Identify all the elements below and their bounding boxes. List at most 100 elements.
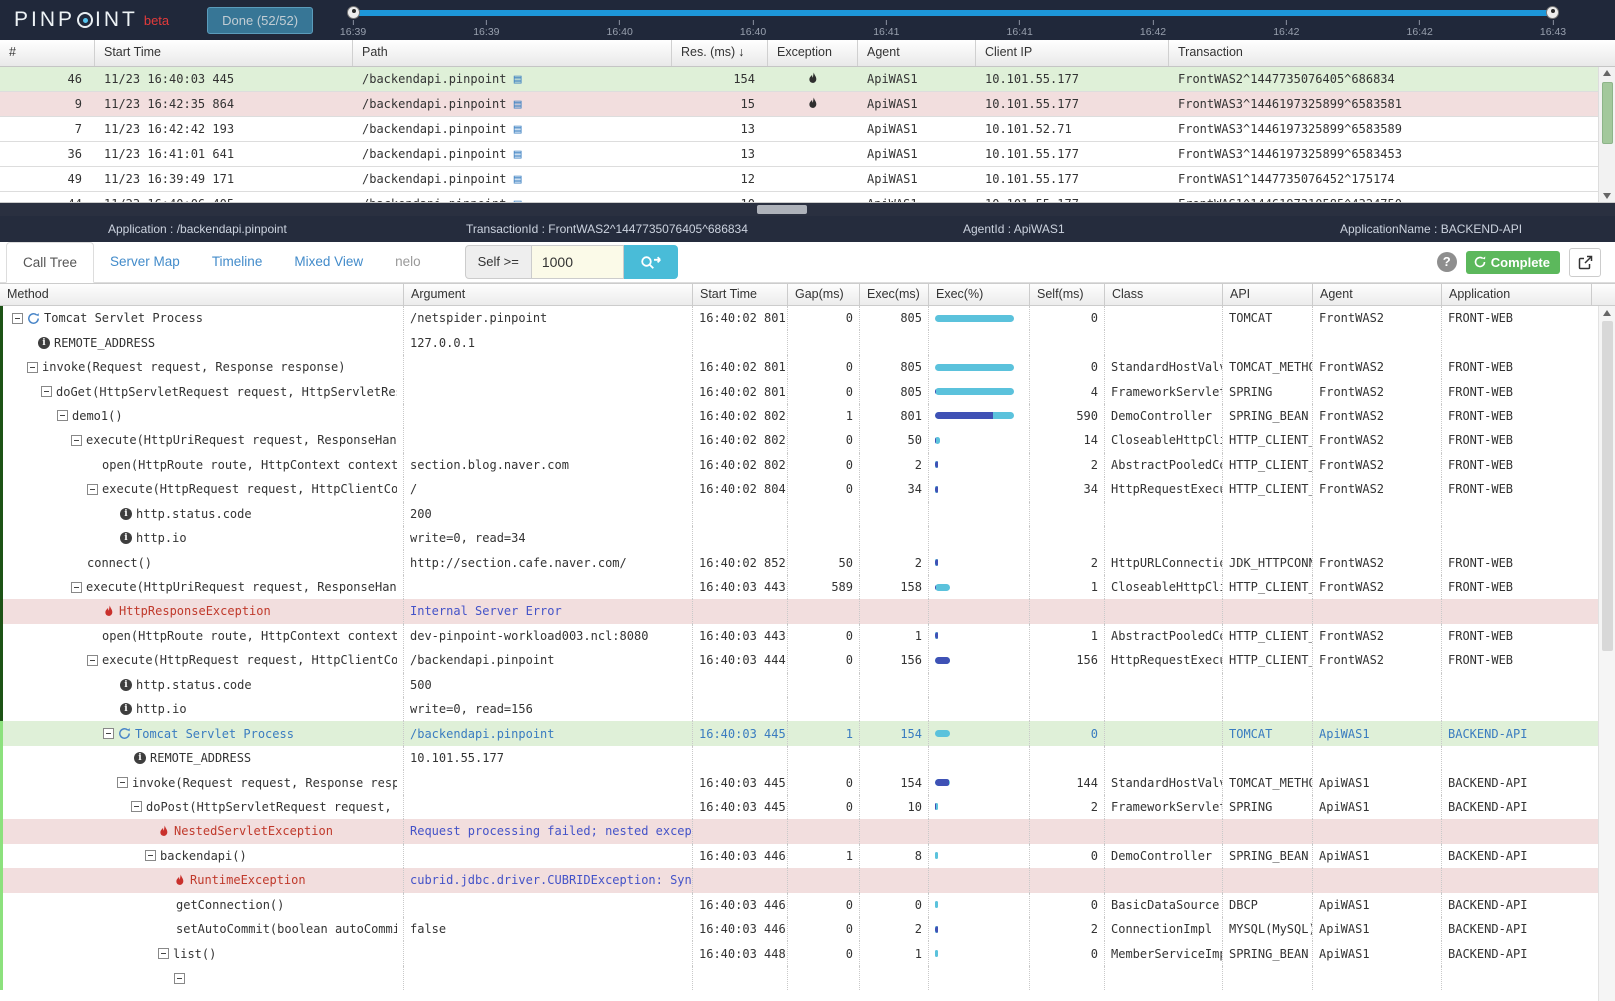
calltree-row[interactable]: invoke(Request request, Response respons… bbox=[0, 355, 1598, 379]
col-response-ms[interactable]: Res. (ms)↓ bbox=[672, 40, 768, 66]
collapse-toggle-icon[interactable] bbox=[87, 655, 98, 666]
collapse-toggle-icon[interactable] bbox=[27, 362, 38, 373]
method-cell[interactable]: ihttp.io bbox=[3, 526, 404, 550]
scrollbar-thumb[interactable] bbox=[1602, 321, 1613, 651]
txn-path[interactable]: /backendapi.pinpoint ▤ bbox=[353, 167, 672, 191]
calltree-row[interactable]: backendapi()16:40:03 446180DemoControlle… bbox=[0, 844, 1598, 868]
calltree-vertical-scrollbar[interactable] bbox=[1598, 306, 1615, 1001]
calltree-row[interactable]: ihttp.iowrite=0, read=34 bbox=[0, 526, 1598, 550]
calltree-row[interactable]: doGet(HttpServletRequest request, HttpSe… bbox=[0, 379, 1598, 403]
calltree-row[interactable]: iREMOTE_ADDRESS127.0.0.1 bbox=[0, 330, 1598, 354]
col-class[interactable]: Class bbox=[1105, 283, 1223, 306]
collapse-toggle-icon[interactable] bbox=[71, 582, 82, 593]
method-cell[interactable]: ihttp.status.code bbox=[3, 673, 404, 697]
method-cell[interactable]: invoke(Request request, Response respons… bbox=[3, 355, 404, 379]
method-cell[interactable]: execute(HttpUriRequest request, Response… bbox=[3, 575, 404, 599]
method-cell[interactable]: open(HttpRoute route, HttpContext contex… bbox=[3, 624, 404, 648]
calltree-row[interactable]: ihttp.status.code500 bbox=[0, 673, 1598, 697]
calltree-row[interactable]: iREMOTE_ADDRESS10.101.55.177 bbox=[0, 746, 1598, 770]
col-agent[interactable]: Agent bbox=[858, 40, 976, 66]
calltree-row[interactable]: ihttp.status.code200 bbox=[0, 502, 1598, 526]
method-cell[interactable]: backendapi() bbox=[3, 844, 404, 868]
col-method[interactable]: Method bbox=[0, 283, 404, 306]
hscrollbar-thumb[interactable] bbox=[757, 205, 807, 214]
col-api[interactable]: API bbox=[1223, 283, 1313, 306]
col-exception[interactable]: Exception bbox=[768, 40, 858, 66]
collapse-toggle-icon[interactable] bbox=[174, 973, 185, 984]
calltree-row[interactable]: RuntimeExceptioncubrid.jdbc.driver.CUBRI… bbox=[0, 868, 1598, 892]
col-gap[interactable]: Gap(ms) bbox=[788, 283, 860, 306]
collapse-toggle-icon[interactable] bbox=[71, 435, 82, 446]
transaction-row[interactable]: 4611/23 16:40:03 445/backendapi.pinpoint… bbox=[0, 67, 1598, 92]
scroll-up-icon[interactable] bbox=[1603, 70, 1611, 76]
txn-path[interactable]: /backendapi.pinpoint ▤ bbox=[353, 192, 672, 202]
request-detail-icon[interactable]: ▤ bbox=[514, 72, 522, 87]
method-cell[interactable]: iREMOTE_ADDRESS bbox=[3, 746, 404, 770]
col-application[interactable]: Application bbox=[1442, 283, 1592, 306]
method-cell[interactable]: ihttp.status.code bbox=[3, 502, 404, 526]
request-detail-icon[interactable]: ▤ bbox=[514, 197, 522, 202]
timeline-left-handle[interactable] bbox=[347, 6, 360, 19]
method-cell[interactable]: RuntimeException bbox=[3, 868, 404, 892]
collapse-toggle-icon[interactable] bbox=[87, 484, 98, 495]
col-self[interactable]: Self(ms) bbox=[1030, 283, 1105, 306]
calltree-row[interactable]: execute(HttpRequest request, HttpClientC… bbox=[0, 648, 1598, 672]
calltree-row[interactable] bbox=[0, 966, 1598, 990]
request-detail-icon[interactable]: ▤ bbox=[514, 147, 522, 162]
calltree-row[interactable]: HttpResponseExceptionInternal Server Err… bbox=[0, 599, 1598, 623]
method-cell[interactable]: list() bbox=[3, 941, 404, 965]
col-start[interactable]: Start Time bbox=[693, 283, 788, 306]
method-cell[interactable]: connect() bbox=[3, 550, 404, 574]
col-num[interactable]: # bbox=[0, 40, 95, 66]
collapse-toggle-icon[interactable] bbox=[131, 801, 142, 812]
method-cell[interactable]: getConnection() bbox=[3, 893, 404, 917]
method-cell[interactable]: execute(HttpUriRequest request, Response… bbox=[3, 428, 404, 452]
transactions-horizontal-scrollbar[interactable] bbox=[0, 203, 1615, 216]
scroll-down-icon[interactable] bbox=[1603, 193, 1611, 199]
transaction-row[interactable]: 4911/23 16:39:49 171/backendapi.pinpoint… bbox=[0, 167, 1598, 192]
tab-timeline[interactable]: Timeline bbox=[196, 242, 279, 282]
calltree-row[interactable]: execute(HttpUriRequest request, Response… bbox=[0, 575, 1598, 599]
col-argument[interactable]: Argument bbox=[404, 283, 693, 306]
collapse-toggle-icon[interactable] bbox=[117, 777, 128, 788]
search-button[interactable] bbox=[624, 245, 678, 279]
tab-mixed-view[interactable]: Mixed View bbox=[278, 242, 379, 282]
method-cell[interactable]: demo1() bbox=[3, 404, 404, 428]
calltree-row[interactable]: open(HttpRoute route, HttpContext contex… bbox=[0, 624, 1598, 648]
calltree-row[interactable]: setAutoCommit(boolean autoCommitFlag)fal… bbox=[0, 917, 1598, 941]
calltree-row[interactable]: demo1()16:40:02 8021801590DemoController… bbox=[0, 404, 1598, 428]
transaction-row[interactable]: 911/23 16:42:35 864/backendapi.pinpoint … bbox=[0, 92, 1598, 117]
collapse-toggle-icon[interactable] bbox=[103, 728, 114, 739]
method-cell[interactable]: setAutoCommit(boolean autoCommitFlag) bbox=[3, 917, 404, 941]
calltree-row[interactable]: getConnection()16:40:03 446000BasicDataS… bbox=[0, 893, 1598, 917]
timeline-slider[interactable]: 16:3916:3916:4016:4016:4116:4116:4216:42… bbox=[353, 0, 1553, 40]
calltree-row[interactable]: doPost(HttpServletRequest request, HttpS… bbox=[0, 795, 1598, 819]
col-agent2[interactable]: Agent bbox=[1313, 283, 1442, 306]
collapse-toggle-icon[interactable] bbox=[145, 850, 156, 861]
calltree-row[interactable]: execute(HttpRequest request, HttpClientC… bbox=[0, 477, 1598, 501]
method-cell[interactable]: NestedServletException bbox=[3, 819, 404, 843]
transaction-row[interactable]: 4411/23 16:40:06 405/backendapi.pinpoint… bbox=[0, 192, 1598, 202]
tab-nelo[interactable]: nelo bbox=[379, 242, 437, 282]
calltree-row[interactable]: execute(HttpUriRequest request, Response… bbox=[0, 428, 1598, 452]
txn-path[interactable]: /backendapi.pinpoint ▤ bbox=[353, 67, 672, 91]
method-cell[interactable]: ihttp.io bbox=[3, 697, 404, 721]
collapse-toggle-icon[interactable] bbox=[158, 948, 169, 959]
timeline-right-handle[interactable] bbox=[1546, 6, 1559, 19]
method-cell[interactable]: doPost(HttpServletRequest request, HttpS… bbox=[3, 795, 404, 819]
col-transaction[interactable]: Transaction bbox=[1169, 40, 1615, 66]
collapse-toggle-icon[interactable] bbox=[41, 386, 52, 397]
col-client-ip[interactable]: Client IP bbox=[976, 40, 1169, 66]
done-button[interactable]: Done (52/52) bbox=[207, 7, 313, 34]
collapse-toggle-icon[interactable] bbox=[57, 410, 68, 421]
method-cell[interactable]: Tomcat Servlet Process bbox=[3, 306, 404, 330]
calltree-row[interactable]: invoke(Request request, Response respons… bbox=[0, 770, 1598, 794]
request-detail-icon[interactable]: ▤ bbox=[514, 97, 522, 112]
calltree-row[interactable]: Tomcat Servlet Process/netspider.pinpoin… bbox=[0, 306, 1598, 330]
calltree-row[interactable]: connect()http://section.cafe.naver.com/1… bbox=[0, 550, 1598, 574]
tab-call-tree[interactable]: Call Tree bbox=[6, 242, 94, 283]
scroll-up-icon[interactable] bbox=[1603, 310, 1611, 316]
col-path[interactable]: Path bbox=[353, 40, 672, 66]
transaction-row[interactable]: 3611/23 16:41:01 641/backendapi.pinpoint… bbox=[0, 142, 1598, 167]
method-cell[interactable]: doGet(HttpServletRequest request, HttpSe… bbox=[3, 379, 404, 403]
